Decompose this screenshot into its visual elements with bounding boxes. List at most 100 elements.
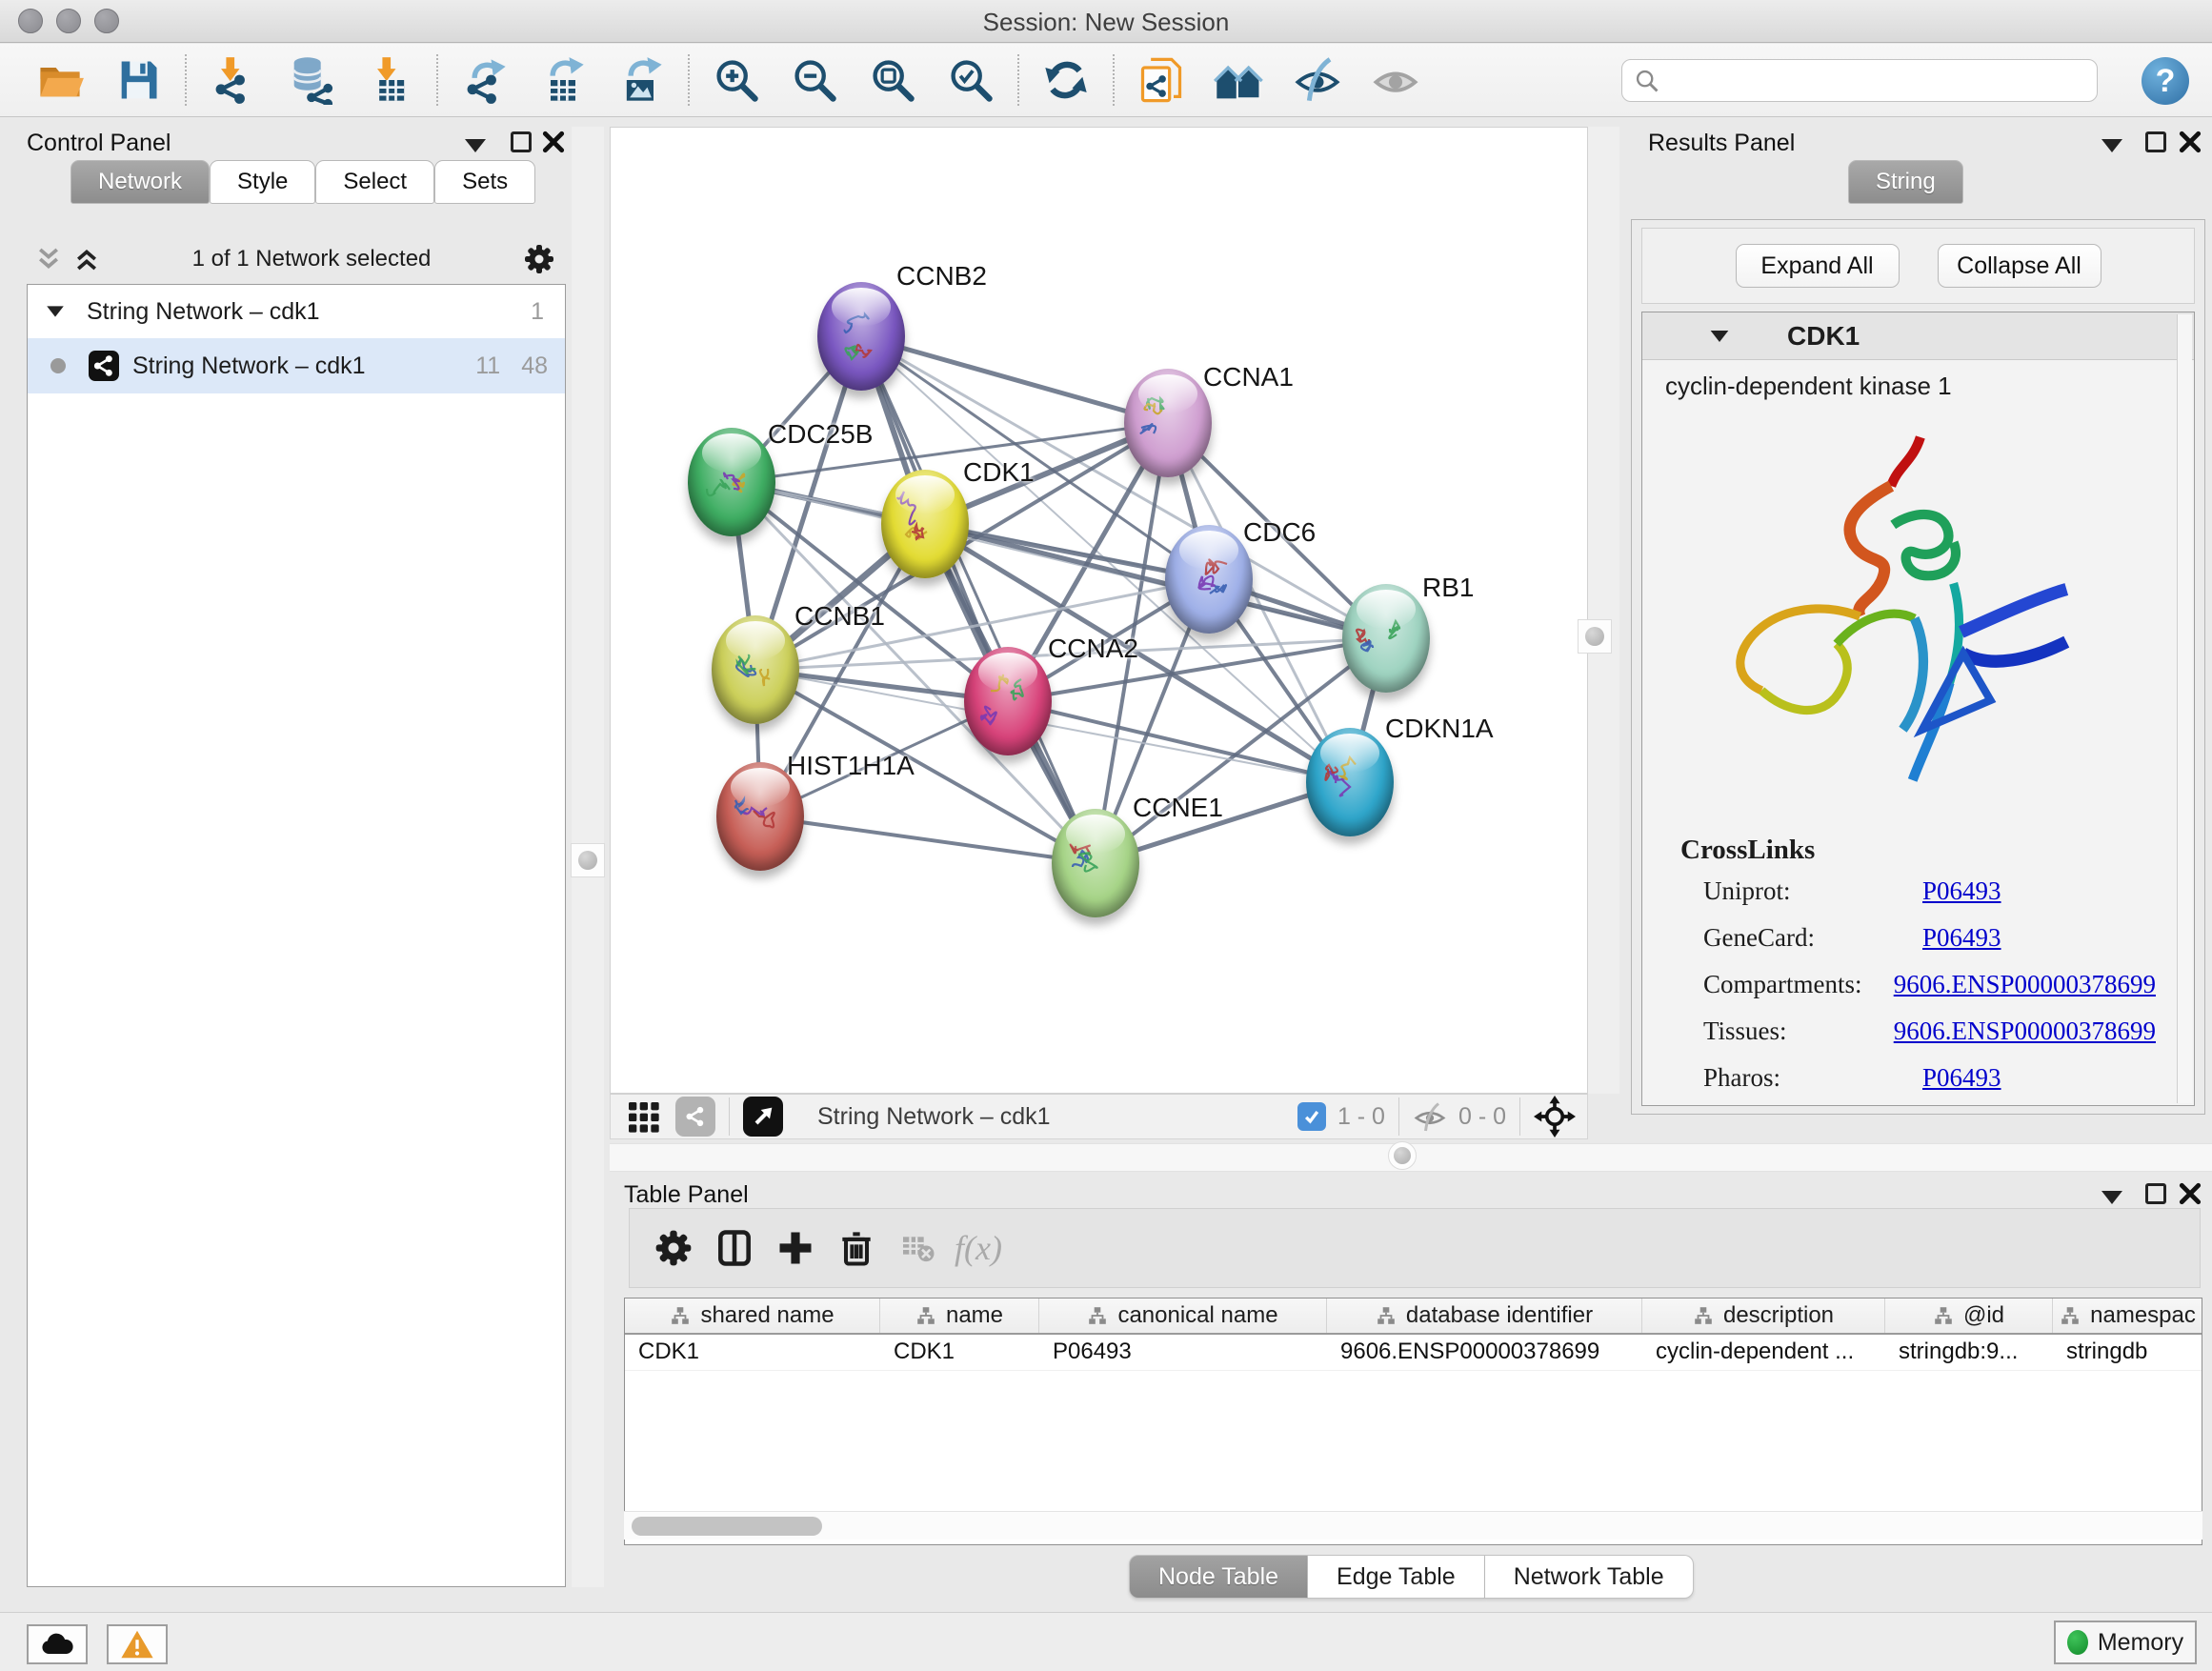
zoom-out-button[interactable]: [775, 49, 854, 111]
memory-button[interactable]: Memory: [2054, 1621, 2197, 1664]
tab-node-table[interactable]: Node Table: [1129, 1555, 1308, 1599]
column-header-shared-name[interactable]: shared name: [625, 1299, 880, 1333]
collapse-all-button[interactable]: Collapse All: [1938, 244, 2101, 288]
result-entry-header[interactable]: CDK1: [1642, 312, 2194, 360]
birds-eye-crosshair-icon[interactable]: [1534, 1096, 1576, 1137]
export-table-button[interactable]: [524, 49, 602, 111]
results-scrollbar[interactable]: [2177, 314, 2192, 1103]
save-session-button[interactable]: [99, 49, 177, 111]
network-node-CCNB2[interactable]: [817, 282, 905, 391]
show-all-networks-button[interactable]: [1200, 49, 1278, 111]
selected-checkbox-icon[interactable]: [1297, 1102, 1326, 1131]
warnings-button[interactable]: [107, 1624, 168, 1664]
tab-network[interactable]: Network: [70, 160, 210, 204]
open-file-button[interactable]: [21, 49, 99, 111]
expand-all-chevron-icon[interactable]: [72, 245, 101, 273]
tab-string[interactable]: String: [1848, 160, 1963, 204]
network-node-CDC25B[interactable]: [688, 428, 775, 536]
tab-sets[interactable]: Sets: [434, 160, 535, 204]
network-edge[interactable]: [861, 336, 1096, 863]
zoom-selected-button[interactable]: [932, 49, 1010, 111]
left-splitter-handle[interactable]: [571, 843, 605, 877]
tab-edge-table[interactable]: Edge Table: [1308, 1555, 1485, 1599]
network-edge[interactable]: [861, 336, 1168, 423]
scrollbar-thumb[interactable]: [632, 1517, 822, 1536]
right-splitter-handle[interactable]: [1578, 619, 1612, 654]
network-edge[interactable]: [760, 816, 1096, 863]
eye-slash-icon: [1293, 55, 1342, 105]
table-panel-close-icon[interactable]: [2178, 1181, 2202, 1206]
table-horizontal-scrollbar[interactable]: [624, 1511, 2202, 1540]
crosslink-value-link[interactable]: P06493: [1922, 923, 2001, 953]
detach-view-icon[interactable]: [743, 1097, 783, 1137]
cloud-status-button[interactable]: [27, 1624, 88, 1664]
network-node-CCNA2[interactable]: [964, 647, 1052, 755]
network-node-CCNE1[interactable]: [1052, 809, 1139, 917]
table-panel-menu-icon[interactable]: [2101, 1191, 2122, 1204]
import-network-button[interactable]: [194, 49, 272, 111]
tree-expand-caret-icon[interactable]: [47, 306, 64, 316]
delete-table-button[interactable]: [887, 1218, 948, 1278]
tab-network-table[interactable]: Network Table: [1485, 1555, 1694, 1599]
network-canvas[interactable]: CCNB2CCNA1CDC25BCDK1CDC6RB1CCNB1CCNA2CDK…: [610, 127, 1588, 1094]
network-badge-icon[interactable]: [675, 1097, 715, 1137]
search-input[interactable]: [1660, 67, 2085, 95]
control-panel-menu-icon[interactable]: [465, 139, 486, 152]
apply-layout-button[interactable]: [1027, 49, 1105, 111]
right-splitter[interactable]: [1588, 127, 1619, 1094]
column-header-canonical-name[interactable]: canonical name: [1039, 1299, 1327, 1333]
zoom-fit-button[interactable]: [854, 49, 932, 111]
collapse-all-chevron-icon[interactable]: [34, 245, 63, 273]
network-node-CDK1[interactable]: [881, 470, 969, 578]
crosslink-value-link[interactable]: 9606.ENSP00000378699: [1894, 970, 2156, 999]
expand-all-button[interactable]: Expand All: [1736, 244, 1900, 288]
import-network-from-database-button[interactable]: [272, 49, 351, 111]
results-panel-close-icon[interactable]: [2178, 130, 2202, 154]
crosslink-value-link[interactable]: P06493: [1922, 1063, 2001, 1093]
function-builder-button[interactable]: f(x): [948, 1218, 1009, 1278]
control-panel-close-icon[interactable]: [541, 130, 566, 154]
network-collection-row[interactable]: String Network – cdk1 1: [28, 285, 565, 338]
zoom-in-button[interactable]: [697, 49, 775, 111]
delete-column-button[interactable]: [826, 1218, 887, 1278]
network-node-CDC6[interactable]: [1165, 525, 1253, 634]
horizontal-splitter-handle[interactable]: [1388, 1141, 1417, 1170]
export-image-button[interactable]: [602, 49, 680, 111]
table-options-button[interactable]: [643, 1218, 704, 1278]
column-header-description[interactable]: description: [1642, 1299, 1885, 1333]
network-node-CDKN1A[interactable]: [1306, 728, 1394, 836]
search-field[interactable]: [1621, 59, 2098, 102]
crosslink-value-link[interactable]: P06493: [1922, 876, 2001, 906]
results-panel-menu-icon[interactable]: [2101, 139, 2122, 152]
create-column-button[interactable]: [765, 1218, 826, 1278]
grid-view-icon[interactable]: [624, 1097, 662, 1136]
network-node-CCNA1[interactable]: [1124, 369, 1212, 477]
column-header-database-identifier[interactable]: database identifier: [1327, 1299, 1642, 1333]
node-table[interactable]: shared namenamecanonical namedatabase id…: [624, 1298, 2202, 1545]
show-columns-button[interactable]: [704, 1218, 765, 1278]
network-node-CCNB1[interactable]: [712, 615, 799, 724]
tab-style[interactable]: Style: [210, 160, 315, 204]
export-network-button[interactable]: [446, 49, 524, 111]
table-panel-float-icon[interactable]: [2145, 1183, 2166, 1204]
table-row[interactable]: CDK1CDK1P064939606.ENSP00000378699cyclin…: [625, 1335, 2202, 1371]
control-panel-float-icon[interactable]: [511, 131, 532, 152]
hidden-eye-slash-icon[interactable]: [1413, 1099, 1447, 1134]
network-options-gear-icon[interactable]: [522, 242, 556, 276]
node-label-CCNA2: CCNA2: [1048, 634, 1138, 664]
network-node-RB1[interactable]: [1342, 584, 1430, 693]
column-header-name[interactable]: name: [880, 1299, 1039, 1333]
column-header-namespac[interactable]: namespac: [2053, 1299, 2202, 1333]
network-row-selected[interactable]: String Network – cdk1 11 48: [28, 338, 565, 393]
network-edge[interactable]: [1008, 701, 1350, 782]
help-button[interactable]: ?: [2142, 57, 2189, 105]
column-header--id[interactable]: @id: [1885, 1299, 2053, 1333]
show-graphics-details-button[interactable]: [1357, 49, 1435, 111]
clone-network-button[interactable]: [1122, 49, 1200, 111]
results-panel-float-icon[interactable]: [2145, 131, 2166, 152]
crosslink-value-link[interactable]: 9606.ENSP00000378699: [1894, 1017, 2156, 1046]
import-table-button[interactable]: [351, 49, 429, 111]
hide-graphics-details-button[interactable]: [1278, 49, 1357, 111]
tab-select[interactable]: Select: [315, 160, 434, 204]
entry-collapse-caret-icon[interactable]: [1711, 331, 1729, 342]
